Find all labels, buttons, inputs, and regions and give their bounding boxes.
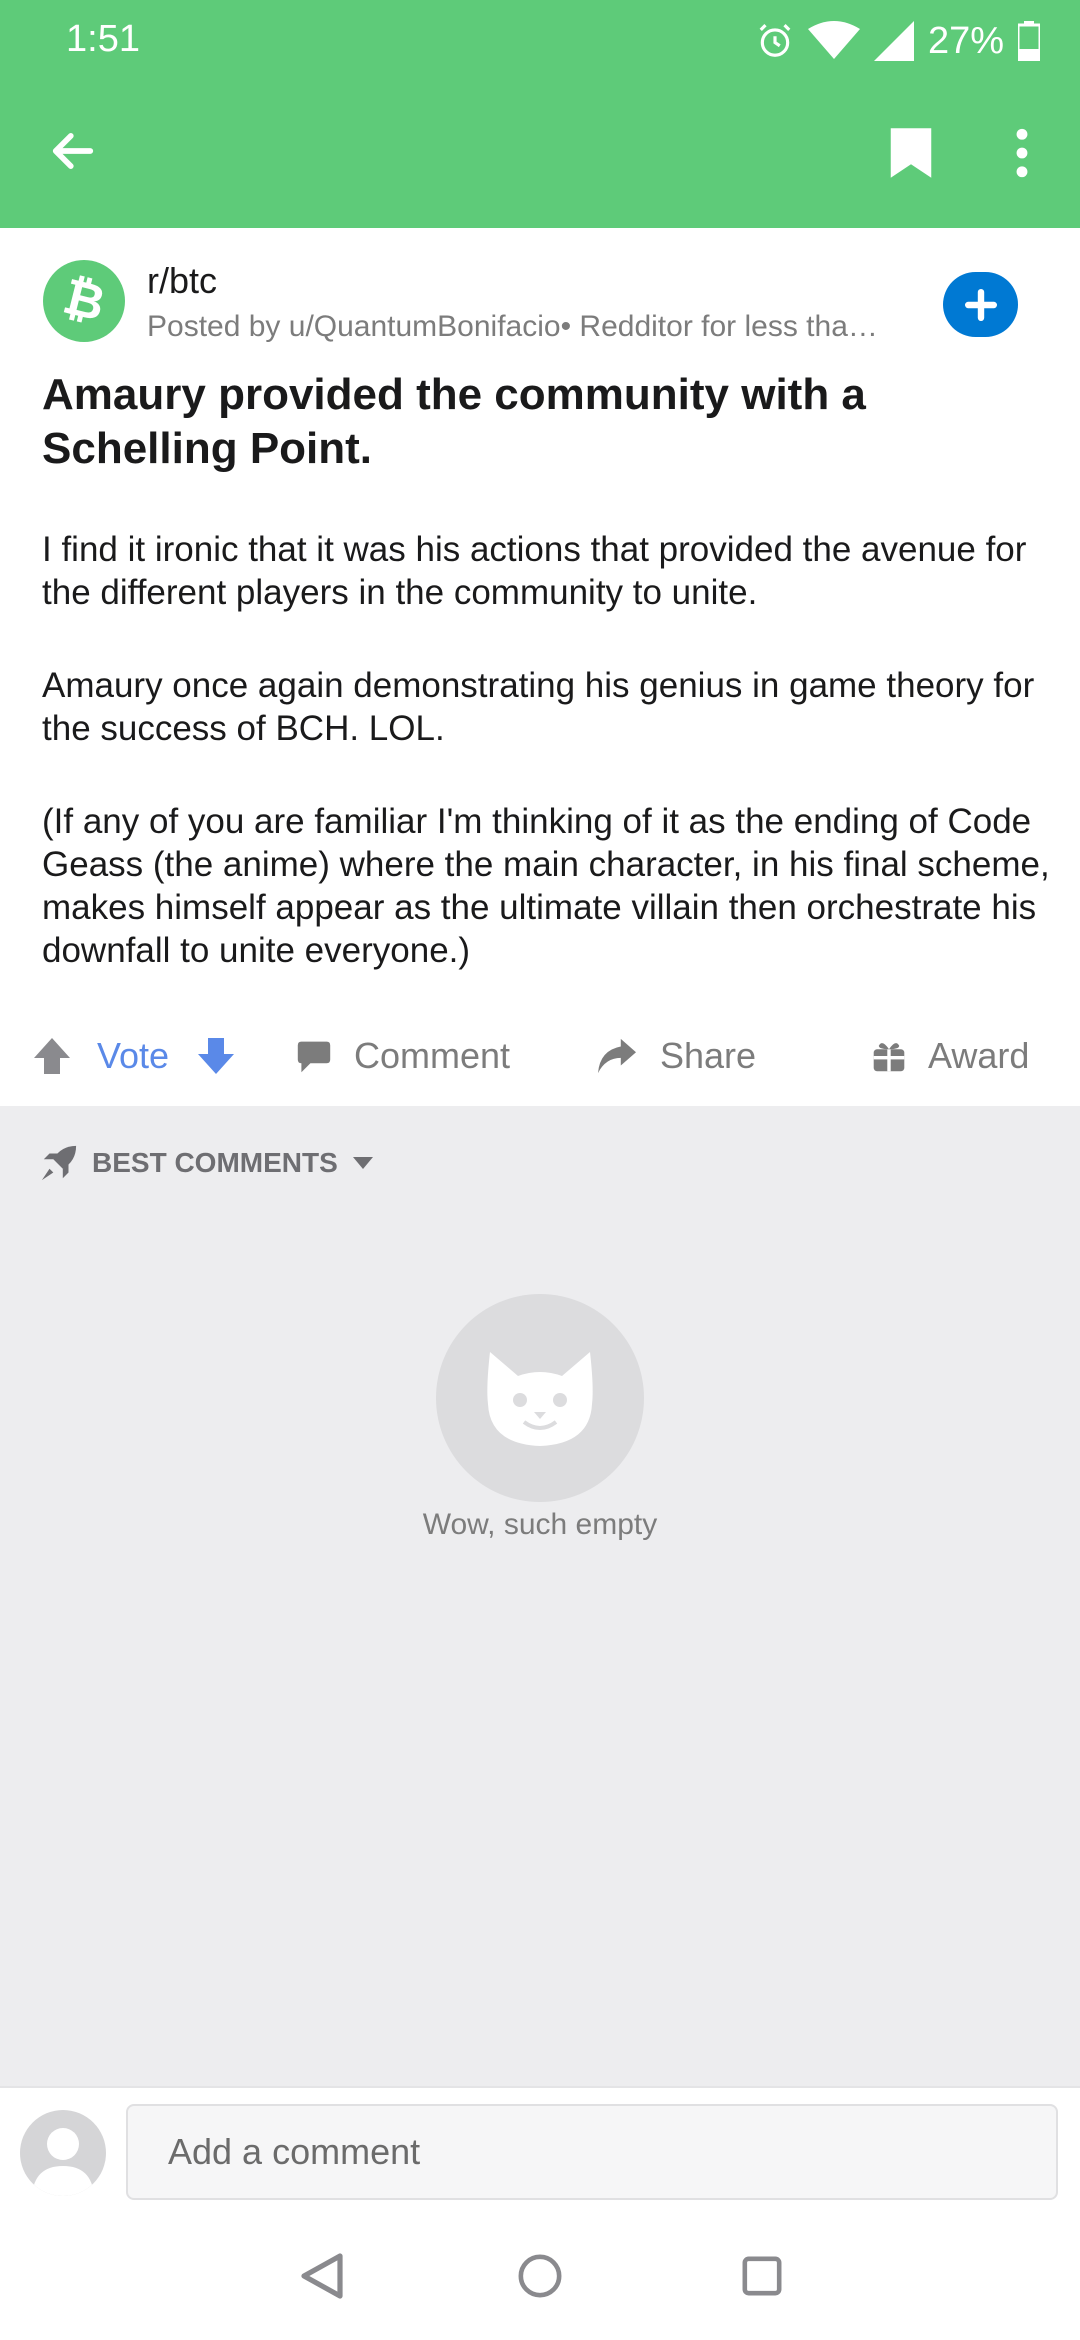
sort-label: BEST COMMENTS bbox=[92, 1147, 338, 1178]
comment-icon bbox=[297, 1041, 331, 1073]
vote-label: Vote bbox=[97, 1035, 170, 1076]
nav-home-button[interactable] bbox=[504, 2240, 576, 2312]
post: ₿ r/btc Posted by u/QuantumBonifacio• Re… bbox=[0, 228, 1080, 1106]
share-icon bbox=[598, 1038, 636, 1074]
back-button[interactable] bbox=[40, 118, 106, 184]
comment-label: Comment bbox=[354, 1035, 511, 1076]
gift-icon bbox=[873, 1043, 905, 1072]
alarm-icon bbox=[756, 22, 794, 60]
rocket-icon bbox=[41, 1145, 77, 1181]
nav-back-button[interactable] bbox=[286, 2240, 358, 2312]
system-nav-bar bbox=[0, 2212, 1080, 2340]
comment-sort-dropdown[interactable]: BEST COMMENTS bbox=[40, 1138, 374, 1188]
cat-face-icon bbox=[487, 1352, 593, 1446]
caret-down-icon bbox=[352, 1157, 373, 1169]
post-paragraph: Amaury once again demonstrating his geni… bbox=[42, 666, 1035, 748]
wifi-icon bbox=[807, 21, 860, 61]
user-avatar[interactable] bbox=[20, 2110, 106, 2196]
share-label: Share bbox=[660, 1035, 757, 1076]
post-body: I find it ironic that it was his actions… bbox=[42, 528, 1052, 1022]
more-options-button[interactable] bbox=[1002, 120, 1042, 186]
comment-input[interactable] bbox=[126, 2104, 1058, 2200]
status-icons: 27% bbox=[756, 14, 1040, 68]
award-label: Award bbox=[928, 1035, 1030, 1076]
empty-state-illustration bbox=[436, 1294, 644, 1502]
post-paragraph: I find it ironic that it was his actions… bbox=[42, 530, 1027, 612]
post-title: Amaury provided the community with a Sch… bbox=[42, 370, 866, 473]
battery-icon bbox=[1018, 21, 1040, 61]
arrow-down-icon bbox=[198, 1038, 234, 1074]
post-actions: Vote Comment Share Award bbox=[0, 1018, 1080, 1094]
status-time: 1:51 bbox=[66, 18, 140, 60]
share-button[interactable]: Share bbox=[596, 1018, 756, 1094]
signal-icon bbox=[873, 21, 914, 61]
bookmark-button[interactable] bbox=[878, 120, 944, 186]
app-bar: 1:51 27% bbox=[0, 0, 1080, 228]
bookmark-icon bbox=[890, 128, 932, 178]
post-meta[interactable]: Posted by u/QuantumBonifacio• Redditor f… bbox=[147, 310, 927, 344]
comment-button[interactable]: Comment bbox=[296, 1018, 510, 1094]
more-vertical-icon bbox=[1016, 128, 1028, 178]
battery-text: 27% bbox=[927, 19, 1004, 62]
circle-home-icon bbox=[518, 2254, 562, 2298]
subreddit-avatar[interactable]: ₿ bbox=[43, 260, 125, 342]
comment-composer bbox=[0, 2086, 1080, 2212]
svg-text:₿: ₿ bbox=[58, 274, 110, 328]
user-icon bbox=[32, 2128, 94, 2196]
plus-icon bbox=[964, 288, 997, 321]
triangle-back-icon bbox=[301, 2253, 343, 2299]
award-button[interactable]: Award bbox=[872, 1018, 1029, 1094]
arrow-up-icon bbox=[34, 1038, 70, 1074]
comments-section: BEST COMMENTS Wow, such empty bbox=[0, 1106, 1080, 2086]
downvote-button[interactable] bbox=[196, 1018, 236, 1094]
nav-recents-button[interactable] bbox=[726, 2240, 798, 2312]
subreddit-name[interactable]: r/btc bbox=[147, 260, 217, 302]
post-paragraph: (If any of you are familiar I'm thinking… bbox=[42, 802, 1050, 970]
join-button[interactable] bbox=[943, 272, 1018, 337]
bitcoin-icon: ₿ bbox=[58, 274, 110, 328]
arrow-left-icon bbox=[52, 133, 94, 169]
upvote-button[interactable] bbox=[32, 1018, 72, 1094]
empty-state-text: Wow, such empty bbox=[422, 1508, 658, 1541]
square-recents-icon bbox=[742, 2256, 782, 2296]
